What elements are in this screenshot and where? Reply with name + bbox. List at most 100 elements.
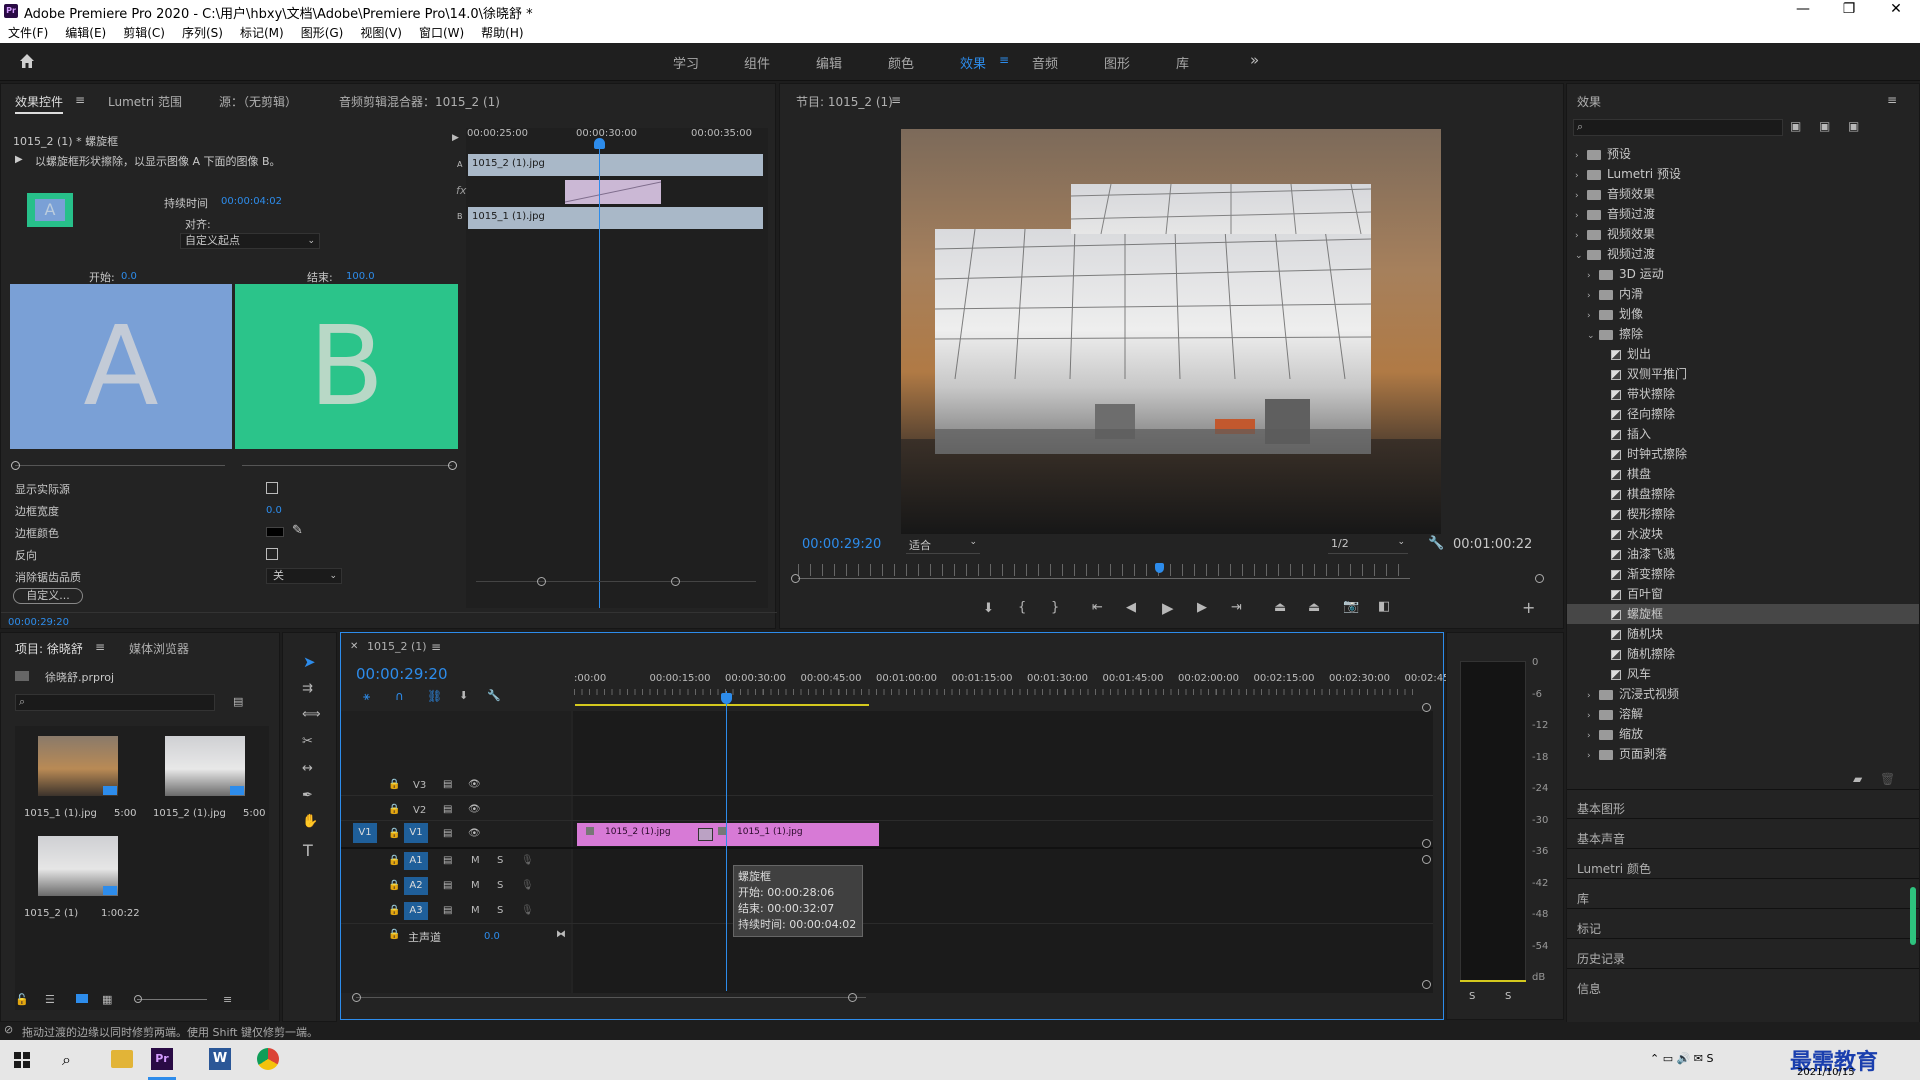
- ec-transition-block[interactable]: [565, 180, 661, 204]
- align-select[interactable]: 自定义起点 ⌄: [180, 233, 320, 249]
- effect-item[interactable]: 楔形擦除: [1567, 504, 1919, 524]
- effect-item[interactable]: 径向擦除: [1567, 404, 1919, 424]
- mark-out-icon[interactable]: }: [1051, 600, 1059, 615]
- custom-button[interactable]: 自定义...: [13, 588, 83, 604]
- close-button[interactable]: ✕: [1876, 1, 1916, 17]
- effect-folder[interactable]: › 内滑: [1567, 284, 1919, 304]
- section-essential-sound[interactable]: 基本声音: [1577, 830, 1625, 847]
- chevron-right-icon[interactable]: ›: [1575, 146, 1587, 166]
- menu-file[interactable]: 文件(F): [8, 23, 48, 43]
- zoom-slider[interactable]: [137, 999, 207, 1000]
- chevron-right-icon[interactable]: ›: [1575, 206, 1587, 226]
- sync-lock-icon[interactable]: ▤: [443, 855, 452, 866]
- effect-item[interactable]: 双侧平推门: [1567, 364, 1919, 384]
- workspace-effects[interactable]: 效果: [960, 53, 986, 72]
- chevron-right-icon[interactable]: ›: [1587, 286, 1599, 306]
- effect-item[interactable]: 划出: [1567, 344, 1919, 364]
- panel-menu-icon[interactable]: ≡: [891, 93, 901, 107]
- antialias-select[interactable]: 关 ⌄: [266, 568, 342, 584]
- workspace-graphics[interactable]: 图形: [1104, 53, 1130, 72]
- master-end-icon[interactable]: ⧓: [556, 929, 566, 940]
- effects-search-input[interactable]: ⌕: [1573, 119, 1783, 136]
- workspace-libraries[interactable]: 库: [1176, 53, 1189, 72]
- effect-folder[interactable]: › 溶解: [1567, 704, 1919, 724]
- mute-button[interactable]: M: [471, 905, 480, 916]
- chevron-right-icon[interactable]: ›: [1575, 186, 1587, 206]
- ec-clip-a[interactable]: 1015_2 (1).jpg: [468, 154, 763, 176]
- mute-button[interactable]: M: [471, 880, 480, 891]
- reverse-checkbox[interactable]: [266, 548, 278, 560]
- windows-start-icon[interactable]: [14, 1052, 30, 1068]
- border-color-swatch[interactable]: [266, 527, 284, 537]
- 32bit-effects-icon[interactable]: ▣: [1819, 119, 1830, 133]
- menu-edit[interactable]: 编辑(E): [65, 23, 106, 43]
- effect-item[interactable]: 百叶窗: [1567, 584, 1919, 604]
- export-frame-icon[interactable]: 📷: [1343, 599, 1359, 614]
- section-lumetri-color[interactable]: Lumetri 颜色: [1577, 860, 1651, 877]
- h-scroll-handle-right[interactable]: [848, 993, 857, 1002]
- chevron-right-icon[interactable]: ›: [1575, 166, 1587, 186]
- program-zoom-left[interactable]: [791, 574, 800, 583]
- timeline-timecode[interactable]: 00:00:29:20: [356, 665, 448, 683]
- workspace-menu-icon[interactable]: ≡: [999, 53, 1009, 67]
- program-zoom-right[interactable]: [1535, 574, 1544, 583]
- ec-zoom-bar[interactable]: [476, 581, 756, 582]
- track-a2-label[interactable]: A2: [404, 877, 428, 895]
- file-explorer-icon[interactable]: [111, 1050, 133, 1068]
- workspace-assembly[interactable]: 组件: [744, 53, 770, 72]
- razor-tool-icon[interactable]: ✂: [302, 734, 313, 749]
- tab-lumetri-scopes[interactable]: Lumetri 范围: [108, 93, 182, 110]
- snap-icon[interactable]: ∩: [395, 689, 404, 703]
- panel-menu-icon[interactable]: ≡: [75, 93, 85, 107]
- icon-view-icon[interactable]: [76, 994, 88, 1003]
- start-value[interactable]: 0.0: [121, 271, 137, 282]
- sort-icon[interactable]: ≡: [223, 993, 232, 1006]
- chevron-down-icon[interactable]: ⌄: [1575, 246, 1587, 266]
- close-tab-icon[interactable]: ✕: [350, 641, 358, 652]
- tab-project[interactable]: 项目: 徐晓舒: [15, 640, 83, 657]
- lock-icon[interactable]: 🔒: [388, 804, 400, 815]
- more-workspaces-icon[interactable]: »: [1250, 51, 1259, 69]
- effect-item[interactable]: 油漆飞溅: [1567, 544, 1919, 564]
- minimize-button[interactable]: —: [1783, 1, 1823, 17]
- sync-lock-icon[interactable]: ▤: [443, 804, 452, 815]
- track-select-tool-icon[interactable]: ⇉: [302, 681, 313, 696]
- effect-folder[interactable]: › Lumetri 预设: [1567, 164, 1919, 184]
- effect-item[interactable]: 棋盘擦除: [1567, 484, 1919, 504]
- effect-folder[interactable]: › 视频效果: [1567, 224, 1919, 244]
- duration-value[interactable]: 00:00:04:02: [221, 196, 282, 207]
- lock-icon[interactable]: 🔒: [388, 929, 400, 940]
- ec-zoom-handle-right[interactable]: [671, 577, 680, 586]
- yuv-effects-icon[interactable]: ▣: [1848, 119, 1859, 133]
- show-source-checkbox[interactable]: [266, 482, 278, 494]
- program-ruler[interactable]: [798, 564, 1410, 576]
- effect-folder[interactable]: ⌄ 擦除: [1567, 324, 1919, 344]
- selection-tool-icon[interactable]: ➤: [303, 653, 316, 671]
- search-icon[interactable]: ⌕: [62, 1050, 71, 1070]
- transition-marker[interactable]: [698, 828, 713, 841]
- solo-left-button[interactable]: S: [1469, 991, 1475, 1002]
- ec-zoom-handle-left[interactable]: [537, 577, 546, 586]
- timeline-ruler[interactable]: :00:00 00:00:15:00 00:00:30:00 00:00:45:00 0…: [574, 673, 1453, 697]
- solo-button[interactable]: S: [497, 855, 503, 866]
- track-v2-label[interactable]: V2: [413, 805, 426, 816]
- tab-effect-controls[interactable]: 效果控件: [15, 93, 64, 114]
- effect-folder[interactable]: › 页面剥落: [1567, 744, 1919, 764]
- effect-folder[interactable]: › 缩放: [1567, 724, 1919, 744]
- home-icon[interactable]: [18, 52, 36, 70]
- menu-window[interactable]: 窗口(W): [419, 23, 464, 43]
- freeform-view-icon[interactable]: ▦: [102, 993, 112, 1006]
- effect-item[interactable]: 棋盘: [1567, 464, 1919, 484]
- end-slider[interactable]: [242, 465, 452, 466]
- chevron-right-icon[interactable]: ›: [1587, 306, 1599, 326]
- new-bin-icon[interactable]: ▰: [1853, 772, 1862, 786]
- nest-icon[interactable]: ⚹: [363, 689, 370, 704]
- ec-playhead[interactable]: [599, 146, 600, 608]
- step-forward-icon[interactable]: ▶: [1197, 600, 1207, 615]
- sync-lock-icon[interactable]: ▤: [443, 779, 452, 790]
- end-value[interactable]: 100.0: [346, 271, 375, 282]
- v-scroll-handle[interactable]: [1422, 855, 1431, 864]
- program-timecode[interactable]: 00:00:29:20: [802, 537, 881, 552]
- menu-sequence[interactable]: 序列(S): [182, 23, 223, 43]
- effect-item[interactable]: 插入: [1567, 424, 1919, 444]
